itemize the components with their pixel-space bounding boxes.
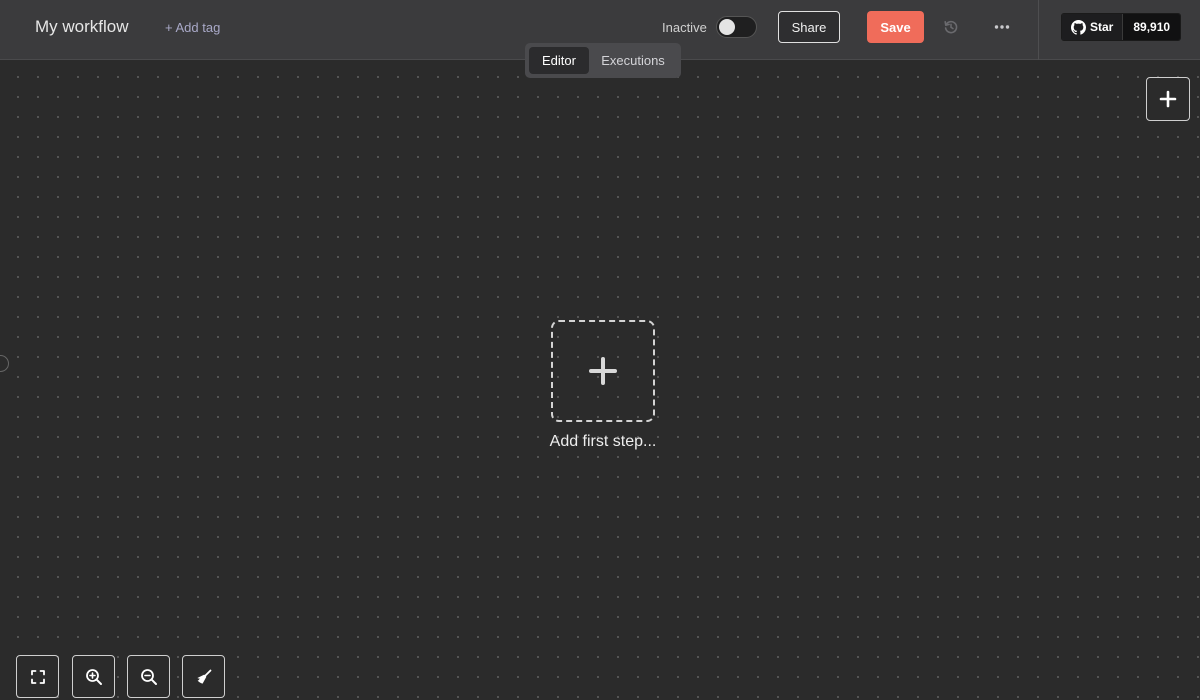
open-nodes-panel-button[interactable] <box>1146 77 1190 121</box>
history-button[interactable] <box>938 14 964 40</box>
broom-icon <box>196 669 211 684</box>
zoom-in-button[interactable] <box>72 655 115 698</box>
toggle-knob <box>719 19 735 35</box>
github-star-text: Star <box>1090 20 1114 34</box>
github-star-count: 89,910 <box>1123 14 1181 40</box>
add-first-step-button[interactable] <box>551 320 655 422</box>
zoom-to-fit-button[interactable] <box>16 655 59 698</box>
fit-view-icon <box>30 669 45 684</box>
plus-icon <box>1159 90 1177 108</box>
tab-editor[interactable]: Editor <box>529 47 589 74</box>
github-icon <box>1071 19 1086 35</box>
github-star-label-box: Star <box>1062 14 1124 40</box>
share-button[interactable]: Share <box>778 11 840 43</box>
add-first-step-label[interactable]: Add first step... <box>520 433 686 451</box>
save-button[interactable]: Save <box>867 11 924 43</box>
github-star-button[interactable]: Star 89,910 <box>1061 13 1182 41</box>
workflow-name[interactable]: My workflow <box>35 17 129 37</box>
plus-icon <box>589 357 617 385</box>
active-status-label: Inactive <box>662 20 707 35</box>
add-tag-link[interactable]: + Add tag <box>165 20 220 35</box>
active-toggle[interactable] <box>716 16 757 38</box>
tab-executions[interactable]: Executions <box>589 47 677 74</box>
header-divider <box>1038 0 1039 60</box>
more-horizontal-icon <box>994 25 1010 29</box>
history-icon <box>944 20 958 34</box>
view-tabs: Editor Executions <box>525 43 681 78</box>
zoom-out-button[interactable] <box>127 655 170 698</box>
more-options-button[interactable] <box>988 14 1016 40</box>
zoom-out-icon <box>140 668 157 685</box>
zoom-in-icon <box>85 668 102 685</box>
tidy-up-button[interactable] <box>182 655 225 698</box>
